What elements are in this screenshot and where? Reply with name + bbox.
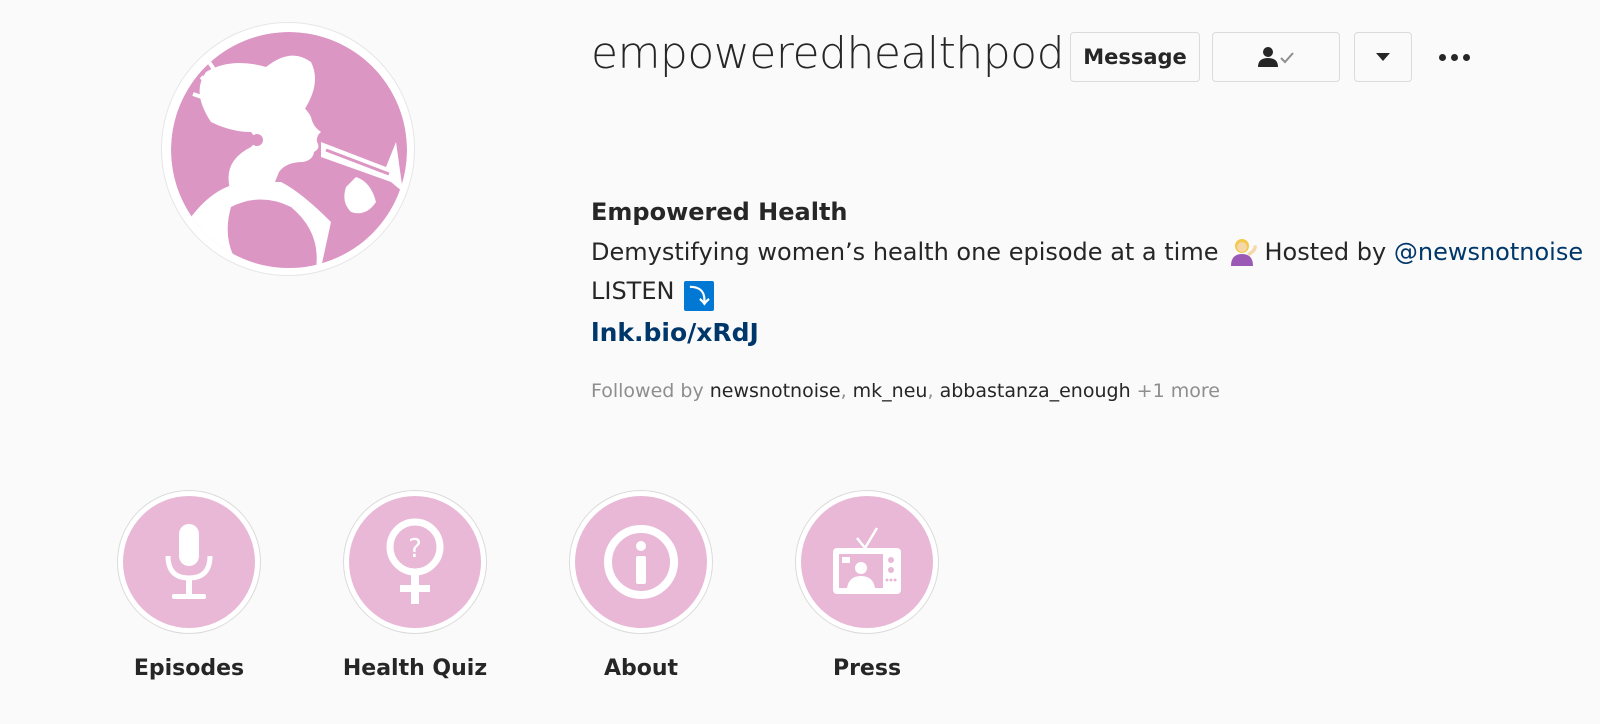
followed-by-prefix: Followed by <box>591 380 704 402</box>
message-button[interactable]: Message <box>1070 32 1200 82</box>
person-check-icon <box>1258 47 1294 67</box>
svg-text:?: ? <box>408 534 422 564</box>
more-options-button[interactable] <box>1432 40 1476 74</box>
caret-down-icon <box>1376 53 1390 61</box>
listen-text: LISTEN <box>591 277 675 305</box>
bio-mention-link[interactable]: @newsnotnoise <box>1394 238 1583 266</box>
microphone-icon <box>165 524 213 599</box>
highlight-health-quiz[interactable]: ? Health Quiz <box>341 490 489 681</box>
bio-hosted-by: Hosted by <box>1264 238 1387 266</box>
highlight-about[interactable]: About <box>567 490 715 681</box>
followed-by-user[interactable]: newsnotnoise <box>710 380 841 402</box>
followed-by-user[interactable]: mk_neu <box>853 380 928 402</box>
suggested-accounts-dropdown[interactable] <box>1354 32 1412 82</box>
highlight-label: About <box>603 656 679 681</box>
profile-bio: Demystifying women’s health one episode … <box>591 236 1583 266</box>
more-options-icon <box>1438 53 1446 61</box>
bio-text: Demystifying women’s health one episode … <box>591 238 1219 266</box>
highlight-episodes[interactable]: Episodes <box>115 490 263 681</box>
followed-by: Followed by newsnotnoise, mk_neu, abbast… <box>591 380 1220 402</box>
highlight-press[interactable]: Press <box>793 490 941 681</box>
woman-tipping-hand-emoji-icon <box>1230 239 1257 266</box>
profile-website-link[interactable]: lnk.bio/xRdJ <box>591 318 759 347</box>
profile-avatar[interactable] <box>161 22 415 276</box>
woman-megaphone-icon <box>171 32 407 268</box>
profile-username: empoweredhealthpod <box>591 28 1065 79</box>
info-icon <box>604 525 678 599</box>
venus-question-icon: ? <box>386 518 444 604</box>
highlight-label: Episodes <box>133 656 245 681</box>
profile-full-name: Empowered Health <box>591 198 848 226</box>
listen-line: LISTEN ⤵ <box>591 277 715 311</box>
followed-by-more[interactable]: +1 more <box>1137 380 1220 402</box>
arrow-down-emoji-icon: ⤵ <box>684 281 715 311</box>
tv-icon <box>833 527 901 594</box>
highlight-label: Health Quiz <box>342 656 488 681</box>
followed-by-user[interactable]: abbastanza_enough <box>940 380 1131 402</box>
following-button[interactable] <box>1212 32 1340 82</box>
highlight-label: Press <box>832 656 902 681</box>
